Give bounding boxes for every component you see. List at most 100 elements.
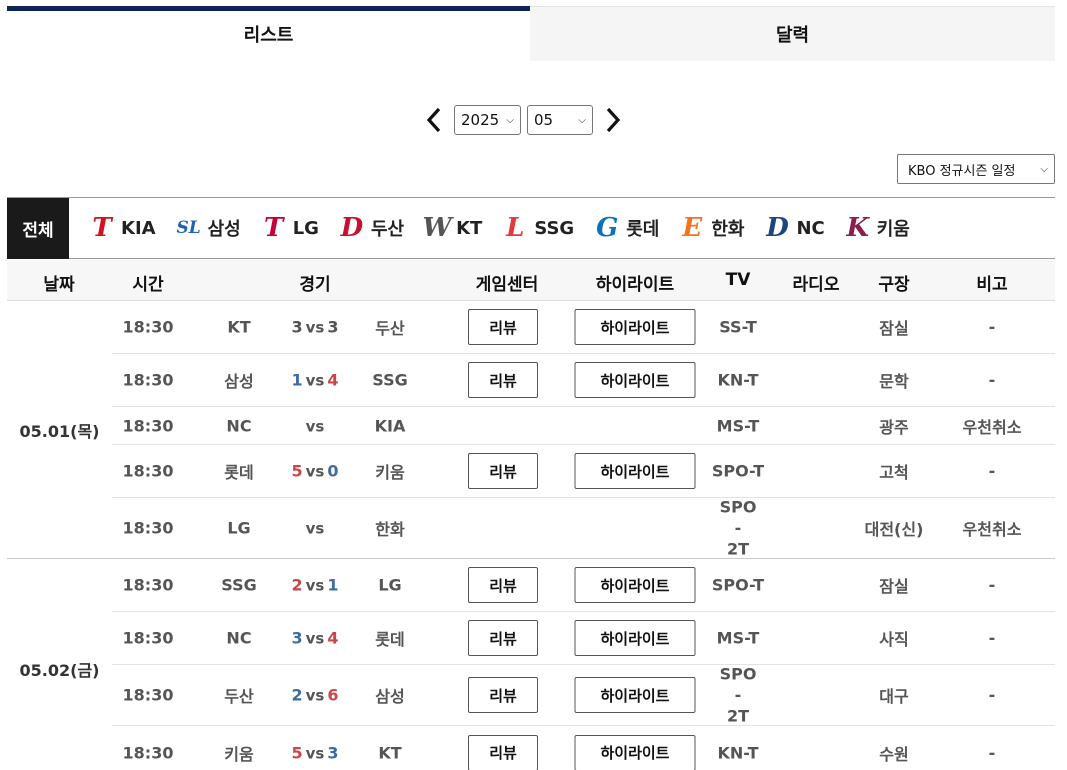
game-date: 05.02(금) [19, 661, 100, 680]
team-logo-icon: L [506, 213, 525, 243]
review-button[interactable]: 리뷰 [468, 620, 538, 656]
col-time: 시간 [132, 275, 164, 295]
tv-channel: SPO- 2T [719, 664, 757, 726]
team-logo-icon: T [264, 213, 284, 243]
game-time: 18:30 [122, 518, 174, 538]
vs-label: vs [305, 462, 325, 481]
team-logo-icon: G [596, 213, 619, 243]
away-team: NC [226, 628, 252, 648]
review-button[interactable]: 리뷰 [468, 362, 538, 398]
highlight-button[interactable]: 하이라이트 [574, 453, 696, 489]
review-button[interactable]: 리뷰 [468, 567, 538, 603]
tv-channel: SS-T [719, 317, 757, 337]
table-row: 18:30 SSG 2 vs 1 LG 리뷰 하이라이트 SPO-T 잠실 - [112, 559, 1055, 612]
game-time: 18:30 [122, 461, 174, 481]
team-filter-label: KT [456, 217, 483, 239]
home-score: 3 [327, 743, 339, 762]
stadium: 잠실 [879, 577, 909, 596]
home-team: SSG [372, 370, 408, 390]
date-group: 05.01(목) 18:30 KT 3 vs 3 두산 리뷰 하이라이트 SS-T 잠실 -18:30… [7, 301, 1055, 559]
month-select[interactable]: 05 ⌵ [527, 105, 593, 135]
team-filter-item[interactable]: L SSG [498, 198, 574, 258]
table-row: 18:30 LG vs 한화 SPO- 2T 대전(신) 우천취소 [112, 498, 1055, 559]
note: 우천취소 [962, 417, 1022, 437]
review-button[interactable]: 리뷰 [468, 453, 538, 489]
table-row: 18:30 키움 5 vs 3 KT 리뷰 하이라이트 KN-T 수원 - [112, 726, 1055, 770]
game-date: 05.01(목) [19, 421, 100, 441]
team-filter-item[interactable]: T LG [257, 198, 319, 258]
team-filter-item[interactable]: W KT [420, 198, 482, 258]
highlight-button[interactable]: 하이라이트 [574, 567, 696, 603]
table-row: 18:30 두산 2 vs 6 삼성 리뷰 하이라이트 SPO- 2T 대구 - [112, 665, 1055, 726]
season-select-value: KBO 정규시즌 일정 [908, 163, 1016, 179]
col-radio: 라디오 [792, 275, 840, 295]
tab-calendar[interactable]: 달력 [530, 6, 1055, 61]
note: - [988, 317, 996, 337]
game-score: vs [303, 519, 328, 538]
game-score: 5 vs 0 [292, 462, 339, 481]
team-logo-icon: W [422, 213, 452, 243]
vs-label: vs [305, 629, 325, 648]
team-filter-all[interactable]: 전체 [7, 197, 69, 259]
chevron-down-icon: ⌵ [506, 114, 514, 126]
tab-list[interactable]: 리스트 [7, 6, 530, 61]
table-row: 18:30 삼성 1 vs 4 SSG 리뷰 하이라이트 KN-T 문학 - [112, 354, 1055, 407]
home-score: 4 [327, 370, 339, 390]
home-team: KT [378, 743, 402, 762]
prev-month-icon[interactable] [420, 104, 448, 136]
vs-label: vs [305, 371, 325, 390]
team-logo-icon: T [92, 213, 112, 243]
tv-channel: KN-T [717, 370, 759, 390]
note: 우천취소 [962, 520, 1022, 539]
team-filter-bar: 전체 T KIA SL 삼성 T LG D 두산 W KT L SSG G 롯데 E 한화 D NC K 키움 [7, 197, 1055, 259]
team-filter-item[interactable]: G 롯데 [590, 198, 659, 258]
review-button[interactable]: 리뷰 [468, 677, 538, 713]
note: - [988, 685, 996, 705]
note: - [988, 370, 996, 390]
next-month-icon[interactable] [599, 104, 627, 136]
col-note: 비고 [976, 275, 1008, 295]
team-filter-item[interactable]: E 한화 [675, 198, 744, 258]
schedule-table-body: 05.01(목) 18:30 KT 3 vs 3 두산 리뷰 하이라이트 SS-T 잠실 -18:30… [7, 301, 1055, 770]
highlight-button[interactable]: 하이라이트 [574, 734, 696, 770]
team-filter-label: 키움 [876, 219, 910, 240]
vs-label: vs [305, 519, 325, 538]
team-filter-label: SSG [534, 217, 575, 239]
team-filter-label: 두산 [370, 219, 405, 240]
stadium: 문학 [879, 372, 909, 391]
highlight-button[interactable]: 하이라이트 [574, 309, 696, 345]
team-filter-item[interactable]: SL 삼성 [172, 198, 240, 258]
table-row: 18:30 KT 3 vs 3 두산 리뷰 하이라이트 SS-T 잠실 - [112, 301, 1055, 354]
highlight-button[interactable]: 하이라이트 [574, 620, 696, 656]
team-logo-icon: SL [176, 218, 201, 238]
date-group: 05.02(금) 18:30 SSG 2 vs 1 LG 리뷰 하이라이트 SPO-T 잠실 -18:… [7, 559, 1055, 770]
year-select[interactable]: 2025 ⌵ [454, 105, 521, 135]
home-team: LG [378, 575, 402, 595]
game-time: 18:30 [122, 575, 174, 595]
col-gamecenter: 게임센터 [475, 275, 539, 295]
review-button[interactable]: 리뷰 [468, 734, 538, 770]
game-score: 2 vs 6 [292, 686, 339, 705]
schedule-table-header: 날짜 시간 경기 게임센터 하이라이트 TV 라디오 구장 비고 [7, 260, 1055, 301]
season-select[interactable]: KBO 정규시즌 일정 ⌵ [897, 154, 1055, 184]
highlight-button[interactable]: 하이라이트 [574, 677, 696, 713]
game-score: 1 vs 4 [292, 371, 339, 390]
game-time: 18:30 [122, 628, 174, 648]
note: - [988, 628, 996, 648]
away-score: 5 [291, 461, 303, 481]
vs-label: vs [305, 417, 325, 435]
review-button[interactable]: 리뷰 [468, 309, 538, 345]
vs-label: vs [305, 576, 325, 595]
team-filter-item[interactable]: K 키움 [841, 198, 910, 258]
team-filter-item[interactable]: T KIA [85, 198, 155, 258]
table-row: 18:30 NC vs KIA MS-T 광주 우천취소 [112, 407, 1055, 445]
team-filter-label: 한화 [711, 219, 745, 240]
stadium: 대전(신) [864, 520, 924, 539]
away-team: NC [226, 416, 252, 435]
team-filter-item[interactable]: D NC [760, 198, 825, 258]
home-team: 키움 [375, 463, 405, 482]
highlight-button[interactable]: 하이라이트 [574, 362, 696, 398]
col-tv: TV [725, 270, 751, 290]
vs-label: vs [305, 318, 325, 337]
team-filter-item[interactable]: D 두산 [335, 198, 404, 258]
